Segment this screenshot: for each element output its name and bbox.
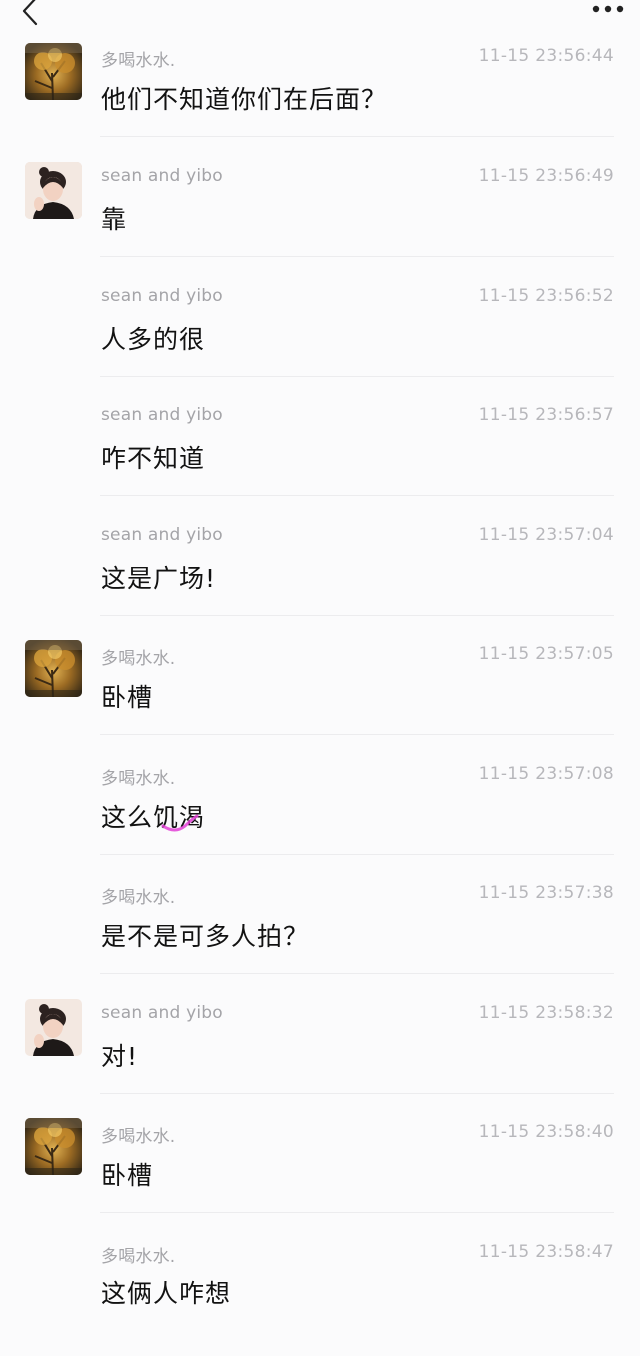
message-text: 这么饥渴 (101, 803, 206, 832)
message-item: 多喝水水. 11-15 23:57:38 是不是可多人拍？ (0, 877, 640, 997)
divider (100, 734, 614, 735)
sender-name: sean and yibo (101, 166, 223, 186)
back-button[interactable] (14, 0, 48, 30)
marked-text: 这么饥渴 (101, 798, 205, 834)
divider (100, 1212, 614, 1213)
more-button[interactable] (588, 0, 628, 20)
message-item: sean and yibo 11-15 23:56:52 人多的很 (0, 280, 640, 400)
message-text: 靠 (101, 205, 128, 234)
message-text: 这俩人咋想 (101, 1279, 232, 1308)
sender-name: sean and yibo (101, 1003, 223, 1023)
divider (100, 376, 614, 377)
divider (100, 973, 614, 974)
message-text: 卧槽 (101, 1161, 154, 1190)
sender-name: 多喝水水. (101, 769, 176, 789)
message-text: 人多的很 (101, 325, 206, 354)
message-text: 这是广场! (101, 564, 217, 593)
timestamp: 11-15 23:56:49 (478, 166, 614, 186)
timestamp: 11-15 23:58:40 (478, 1122, 614, 1142)
timestamp: 11-15 23:57:04 (478, 525, 614, 545)
message-item: sean and yibo 11-15 23:56:57 咋不知道 (0, 399, 640, 519)
message-text: 卧槽 (101, 683, 154, 712)
sender-name: sean and yibo (101, 525, 223, 545)
message-text: 对! (101, 1042, 139, 1071)
divider (100, 854, 614, 855)
avatar[interactable] (25, 999, 82, 1056)
sender-name: 多喝水水. (101, 1247, 176, 1267)
message-text-wrapper: 这么饥渴 (101, 798, 205, 834)
more-dots-icon (592, 5, 624, 13)
message-item: 多喝水水. 11-15 23:57:08 这么饥渴 (0, 758, 640, 878)
timestamp: 11-15 23:56:44 (478, 46, 614, 66)
message-item: sean and yibo 11-15 23:57:04 这是广场! (0, 519, 640, 639)
divider (100, 136, 614, 137)
chevron-left-icon (22, 0, 38, 26)
timestamp: 11-15 23:57:08 (478, 764, 614, 784)
avatar[interactable] (25, 1118, 82, 1175)
timestamp: 11-15 23:58:47 (478, 1242, 614, 1262)
message-item: sean and yibo 11-15 23:58:32 对! (0, 997, 640, 1117)
sender-name: 多喝水水. (101, 1127, 176, 1147)
message-item: sean and yibo 11-15 23:56:49 靠 (0, 160, 640, 280)
sender-name: 多喝水水. (101, 649, 176, 669)
sender-name: 多喝水水. (101, 888, 176, 908)
message-item: 多喝水水. 11-15 23:58:47 这俩人咋想 (0, 1236, 640, 1356)
timestamp: 11-15 23:58:32 (478, 1003, 614, 1023)
divider (100, 1093, 614, 1094)
avatar[interactable] (25, 162, 82, 219)
message-item: 多喝水水. 11-15 23:57:05 卧槽 (0, 638, 640, 758)
message-text: 他们不知道你们在后面？ (101, 85, 388, 114)
sender-name: sean and yibo (101, 286, 223, 306)
sender-name: sean and yibo (101, 405, 223, 425)
top-bar (0, 0, 640, 30)
divider (100, 615, 614, 616)
avatar[interactable] (25, 640, 82, 697)
message-text: 是不是可多人拍？ (101, 922, 310, 951)
message-item: 多喝水水. 11-15 23:56:44 他们不知道你们在后面？ (0, 40, 640, 160)
message-item: 多喝水水. 11-15 23:58:40 卧槽 (0, 1116, 640, 1236)
timestamp: 11-15 23:57:05 (478, 644, 614, 664)
timestamp: 11-15 23:56:52 (478, 286, 614, 306)
divider (100, 256, 614, 257)
divider (100, 495, 614, 496)
avatar[interactable] (25, 43, 82, 100)
message-text: 咋不知道 (101, 444, 206, 473)
sender-name: 多喝水水. (101, 51, 176, 71)
timestamp: 11-15 23:56:57 (478, 405, 614, 425)
timestamp: 11-15 23:57:38 (478, 883, 614, 903)
